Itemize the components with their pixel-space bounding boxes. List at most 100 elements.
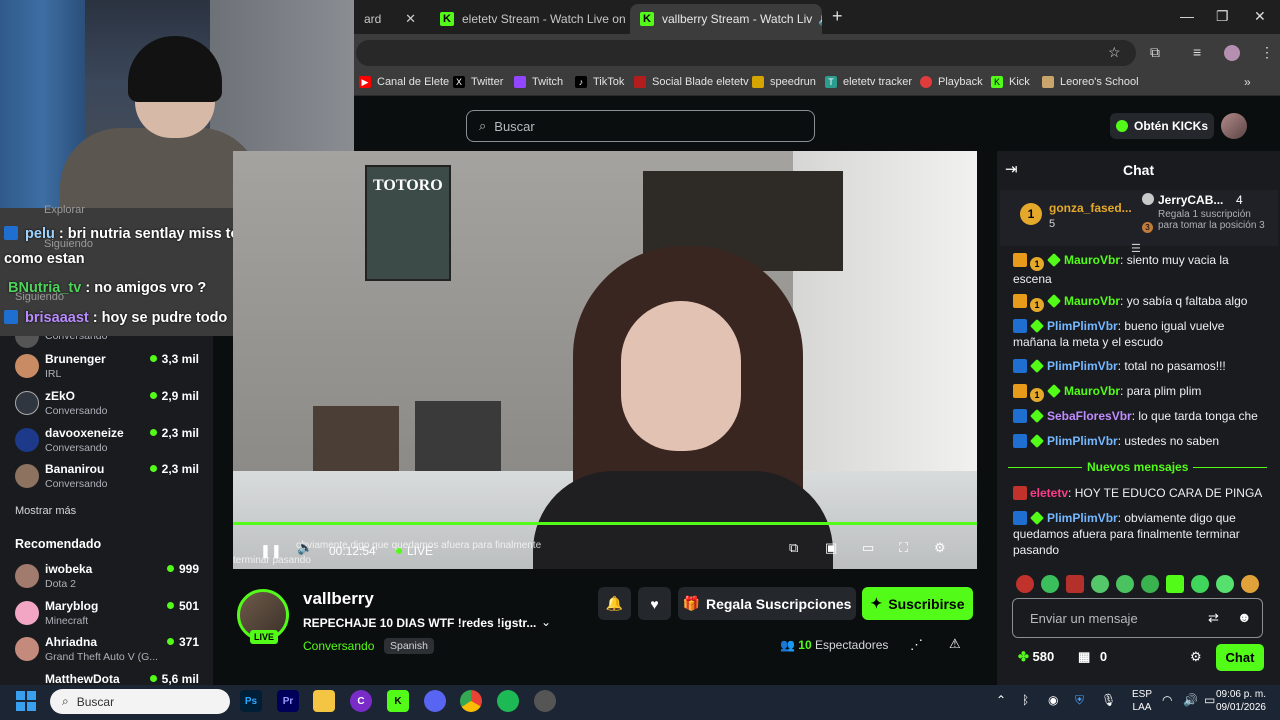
recommended-channel[interactable]: MatthewDota 5,6 mil	[15, 670, 205, 685]
premiere-icon[interactable]: Pr	[277, 690, 299, 712]
follow-heart-button[interactable]: ♥	[638, 587, 671, 620]
report-warning-icon[interactable]: ⚠	[949, 636, 961, 652]
extensions-icon[interactable]: ⧉	[1150, 44, 1160, 61]
gift-subscriptions-button[interactable]: 🎁 Regala Suscripciones	[678, 587, 856, 620]
channel-points[interactable]: ✤ 580	[1018, 649, 1054, 665]
language-tag[interactable]: Spanish	[384, 638, 434, 654]
settings-gear-icon[interactable]: ⚙	[934, 540, 946, 556]
emote-icon[interactable]	[1016, 575, 1034, 593]
taskbar-search[interactable]: ⌕ Buscar	[50, 689, 230, 714]
search-input[interactable]: ⌕ Buscar	[466, 110, 815, 142]
chat-message-input[interactable]: Enviar un mensaje	[1012, 598, 1263, 638]
new-tab-icon[interactable]: +	[832, 6, 843, 27]
gift-counter[interactable]: ▦ 0	[1078, 649, 1107, 665]
collapse-chat-icon[interactable]: ⇥	[1005, 160, 1018, 178]
bookmark-item[interactable]: Teletetv tracker	[825, 76, 912, 88]
browser-tab[interactable]: ard ✕	[354, 4, 426, 34]
sidebar-channel[interactable]: Brunenger IRL 3,3 mil	[15, 350, 205, 384]
search-icon: ⌕	[62, 694, 69, 708]
media-control-icon[interactable]: ≡	[1193, 44, 1201, 60]
close-window-icon[interactable]: ✕	[1254, 8, 1266, 25]
second-gifter-name[interactable]: JerryCAB...	[1158, 193, 1223, 207]
pip-icon[interactable]: ⧉	[789, 540, 798, 556]
sidebar-channel[interactable]: Bananirou Conversando 2,3 mil	[15, 460, 205, 494]
omnibox[interactable]	[356, 40, 1136, 66]
sidebar-channel[interactable]: davooxeneize Conversando 2,3 mil	[15, 424, 205, 458]
photoshop-icon[interactable]: Ps	[240, 690, 262, 712]
clock[interactable]: 09:06 p. m. 09/01/2026	[1212, 688, 1266, 714]
emote-icon[interactable]	[1191, 575, 1209, 593]
clip-icon[interactable]: ▣	[825, 540, 837, 556]
bookmark-item[interactable]: Twitch	[514, 76, 563, 88]
live-dot-icon	[396, 548, 402, 554]
bookmark-item[interactable]: ▶ Canal de Elete	[359, 76, 449, 88]
app-c-icon[interactable]: C	[350, 690, 372, 712]
emote-icon[interactable]	[1091, 575, 1109, 593]
more-bookmarks-icon[interactable]: »	[1244, 75, 1251, 89]
tray-security-icon[interactable]: ⛨	[1075, 693, 1084, 708]
recommended-channel[interactable]: Maryblog Minecraft 501	[15, 597, 205, 631]
recommended-channel[interactable]: iwobeka Dota 2 999	[15, 560, 205, 594]
show-more-link[interactable]: Mostrar más	[15, 505, 76, 517]
tray-bluetooth-icon[interactable]: ᛒ	[1022, 693, 1029, 707]
browser-tab[interactable]: K eletetv Stream - Watch Live on ✕	[430, 4, 626, 34]
stream-category[interactable]: Conversando	[303, 639, 374, 653]
chat-settings-gear-icon[interactable]: ⚙	[1190, 649, 1202, 665]
bookmark-item[interactable]: Social Blade eletetv	[634, 76, 749, 88]
emote-icon[interactable]	[1141, 575, 1159, 593]
kick-app-icon[interactable]: K	[387, 690, 409, 712]
browser-tab-active[interactable]: K vallberry Stream - Watch Liv 🔊 ✕	[630, 4, 822, 34]
bookmark-item[interactable]: X Twitter	[453, 76, 503, 88]
bookmark-item[interactable]: ♪ TikTok	[575, 76, 624, 88]
file-explorer-icon[interactable]	[313, 690, 335, 712]
tray-steam-icon[interactable]: ◉	[1048, 693, 1058, 707]
bookmark-item[interactable]: K Kick	[991, 76, 1030, 88]
emote-icon[interactable]	[1116, 575, 1134, 593]
menu-kebab-icon[interactable]: ⋮	[1260, 44, 1274, 61]
speaker-icon[interactable]: 🔊	[818, 12, 822, 26]
share-icon[interactable]: ⋰	[910, 637, 923, 653]
get-kicks-button[interactable]: Obtén KICKs	[1110, 113, 1214, 139]
pause-icon[interactable]: ❚❚	[260, 543, 282, 559]
emote-icon[interactable]	[1216, 575, 1234, 593]
bookmark-star-icon[interactable]: ☆	[1108, 44, 1121, 61]
keyboard-language[interactable]: ESP LAA	[1132, 688, 1152, 714]
user-avatar[interactable]	[1221, 113, 1247, 139]
tray-mic-icon[interactable]: 🎙	[1101, 693, 1116, 707]
translate-icon[interactable]: ⇄	[1208, 610, 1219, 626]
minimize-icon[interactable]: —	[1180, 8, 1194, 24]
sidebar-channel[interactable]: zEkO Conversando 2,9 mil	[15, 387, 205, 421]
theater-mode-icon[interactable]: ▭	[862, 540, 874, 556]
discord-icon[interactable]	[424, 690, 446, 712]
bookmark-item[interactable]: Leoreo's School	[1042, 76, 1139, 88]
expand-title-chevron-icon[interactable]: ⌄	[541, 615, 551, 629]
profile-avatar[interactable]	[1224, 45, 1240, 61]
top-gifter-name[interactable]: gonza_fased...	[1049, 201, 1132, 215]
video-player[interactable]: TOTORO	[233, 151, 977, 569]
chrome-icon[interactable]	[460, 690, 482, 712]
bookmark-item[interactable]: speedrun	[752, 76, 816, 88]
notifications-bell-button[interactable]: 🔔	[598, 587, 631, 620]
volume-icon[interactable]: 🔈	[297, 540, 313, 556]
fullscreen-icon[interactable]: ⛶	[899, 540, 908, 556]
send-chat-button[interactable]: Chat	[1216, 644, 1264, 671]
emote-icon[interactable]	[1166, 575, 1184, 593]
close-tab-icon[interactable]: ✕	[405, 11, 416, 27]
emote-icon[interactable]	[1066, 575, 1084, 593]
network-icon[interactable]: ◠	[1162, 693, 1172, 707]
recommended-channel[interactable]: Ahriadna Grand Theft Auto V (G... 371	[15, 633, 205, 667]
windows-start-icon[interactable]	[16, 691, 36, 711]
channel-name[interactable]: vallberry	[303, 589, 374, 609]
emote-icon[interactable]	[1241, 575, 1259, 593]
video-progress-bar[interactable]	[233, 522, 977, 525]
emote-icon[interactable]	[1041, 575, 1059, 593]
gem-badge-icon	[1030, 319, 1044, 333]
app-icon[interactable]	[534, 690, 556, 712]
bookmark-item[interactable]: Playback	[920, 76, 983, 88]
tray-chevron-icon[interactable]: ⌃	[996, 693, 1006, 707]
spotify-icon[interactable]	[497, 690, 519, 712]
emoji-icon[interactable]: ☻	[1237, 609, 1252, 625]
maximize-icon[interactable]: ❐	[1216, 8, 1229, 25]
subscribe-button[interactable]: ✦ Suscribirse	[862, 587, 973, 620]
volume-icon[interactable]: 🔊	[1183, 693, 1198, 707]
